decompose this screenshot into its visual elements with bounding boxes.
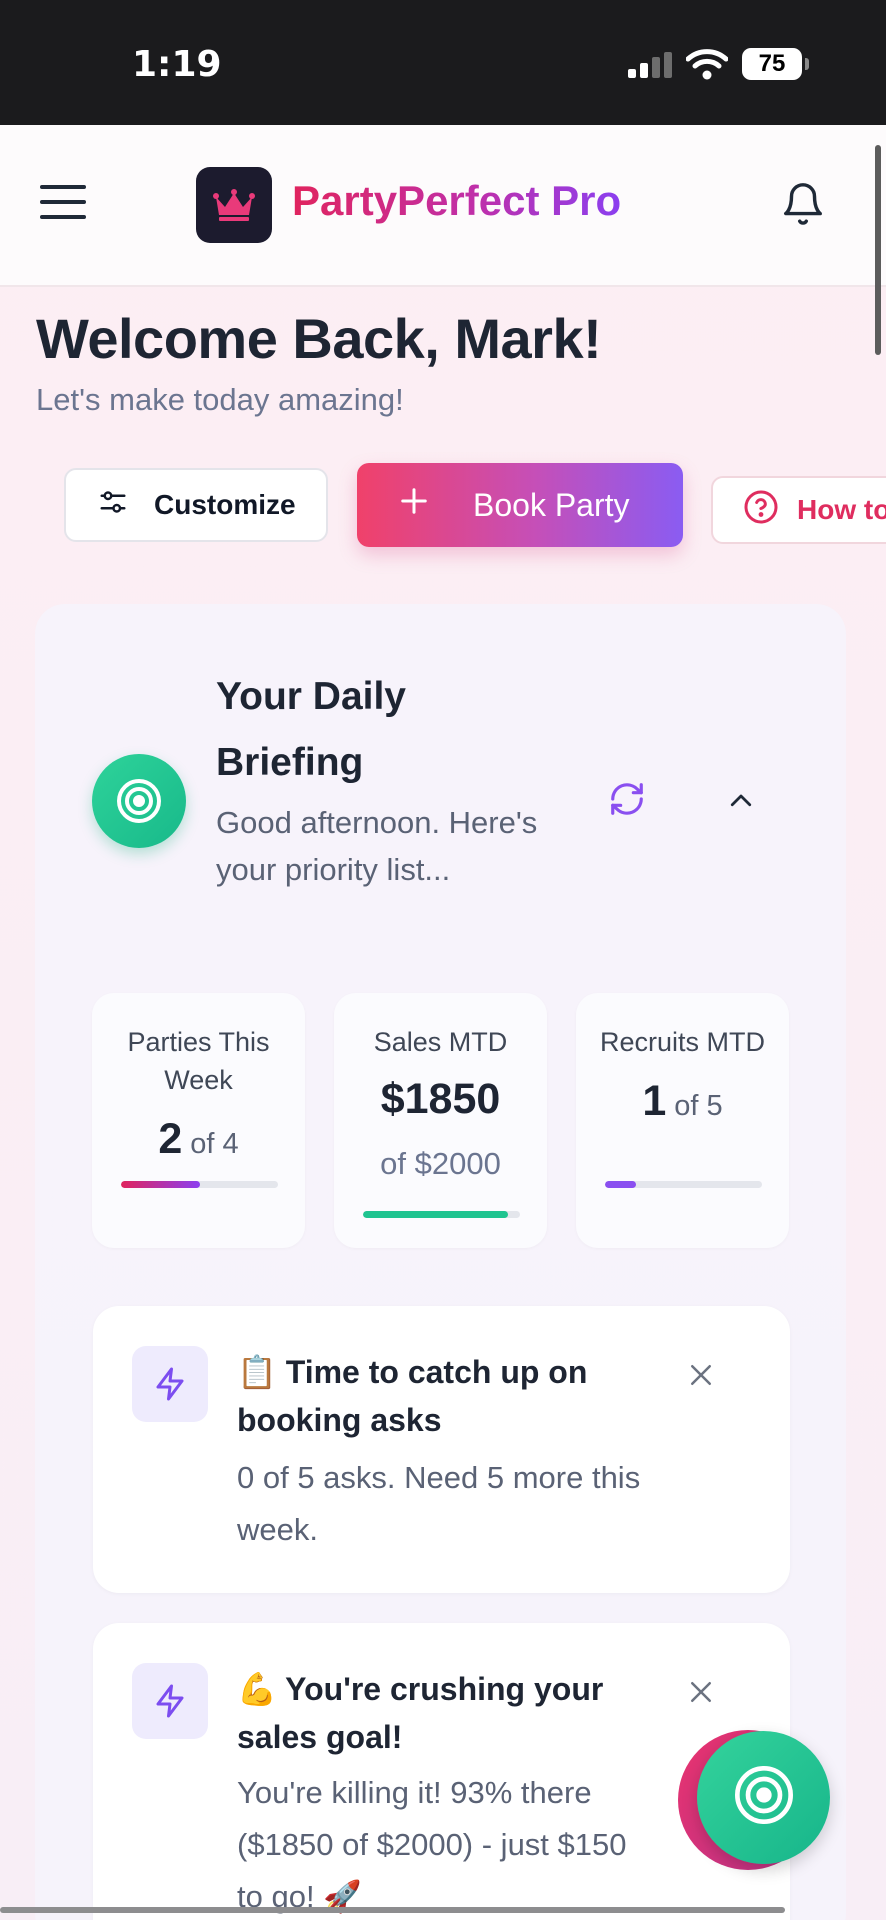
- book-party-button[interactable]: Book Party: [357, 463, 683, 547]
- scrollbar[interactable]: [875, 145, 881, 355]
- target-icon: [732, 1763, 796, 1832]
- help-circle-icon: [743, 489, 779, 532]
- item-description: 0 of 5 asks. Need 5 more this week.: [237, 1460, 641, 1547]
- menu-icon[interactable]: [40, 185, 86, 225]
- briefing-fab-button[interactable]: [697, 1731, 830, 1864]
- wifi-icon: [685, 48, 729, 85]
- lightning-icon: [132, 1346, 208, 1422]
- close-icon[interactable]: [686, 1360, 716, 1395]
- book-party-label: Book Party: [473, 486, 630, 523]
- crown-logo-icon: [196, 167, 272, 243]
- stat-target: of $2000: [380, 1146, 501, 1181]
- how-to-button[interactable]: How to: [711, 476, 886, 544]
- close-icon[interactable]: [686, 1677, 716, 1712]
- stat-label: Parties This Week: [127, 1027, 270, 1095]
- progress-fill: [363, 1211, 509, 1218]
- chevron-up-icon[interactable]: [726, 786, 756, 821]
- item-emoji: 💪: [237, 1671, 277, 1707]
- stat-sales-mtd: Sales MTD $1850 of $2000: [334, 993, 547, 1248]
- how-to-label: How to: [797, 494, 886, 525]
- item-title: You're crushing your sales goal!: [237, 1671, 604, 1755]
- sliders-icon: [98, 487, 128, 524]
- target-icon: [92, 754, 186, 848]
- battery-indicator: 75: [742, 48, 809, 80]
- item-description: You're killing it! 93% there ($1850 of $…: [237, 1775, 627, 1914]
- customize-button[interactable]: Customize: [64, 468, 328, 542]
- stat-label: Sales MTD: [373, 1027, 508, 1057]
- item-emoji: 📋: [237, 1354, 277, 1390]
- status-bar: 1:19 75: [0, 0, 886, 125]
- stat-target: of 5: [674, 1090, 723, 1122]
- app-title: PartyPerfect Pro: [292, 177, 622, 224]
- item-title: Time to catch up on booking asks: [237, 1354, 588, 1438]
- priority-item[interactable]: 📋 Time to catch up on booking asks 0 of …: [93, 1306, 790, 1593]
- home-indicator: [0, 1907, 785, 1913]
- signal-icon: [628, 52, 674, 83]
- progress-bar: [121, 1181, 278, 1188]
- lightning-icon: [132, 1663, 208, 1739]
- stat-recruits-mtd: Recruits MTD 1 of 5: [576, 993, 789, 1248]
- page-title: Welcome Back, Mark!: [36, 307, 602, 370]
- stat-parties-week: Parties This Week 2 of 4: [92, 993, 305, 1248]
- stat-value: 1: [642, 1077, 667, 1125]
- progress-fill: [605, 1181, 637, 1188]
- briefing-subtitle: Good afternoon. Here's your priority lis…: [216, 805, 538, 887]
- status-time: 1:19: [132, 44, 222, 85]
- stat-value: 2: [158, 1115, 183, 1163]
- refresh-icon[interactable]: [608, 780, 646, 823]
- stat-value: $1850: [380, 1075, 501, 1123]
- progress-fill: [121, 1181, 200, 1188]
- briefing-title: Your Daily Briefing: [216, 675, 406, 784]
- customize-label: Customize: [154, 489, 296, 520]
- stat-label: Recruits MTD: [599, 1027, 765, 1057]
- bell-icon[interactable]: [780, 181, 826, 232]
- progress-bar: [363, 1211, 520, 1218]
- page-subtitle: Let's make today amazing!: [36, 382, 404, 417]
- app-header: PartyPerfect Pro: [0, 125, 886, 287]
- plus-icon: [399, 486, 429, 524]
- progress-bar: [605, 1181, 762, 1188]
- stat-target: of 4: [190, 1128, 239, 1160]
